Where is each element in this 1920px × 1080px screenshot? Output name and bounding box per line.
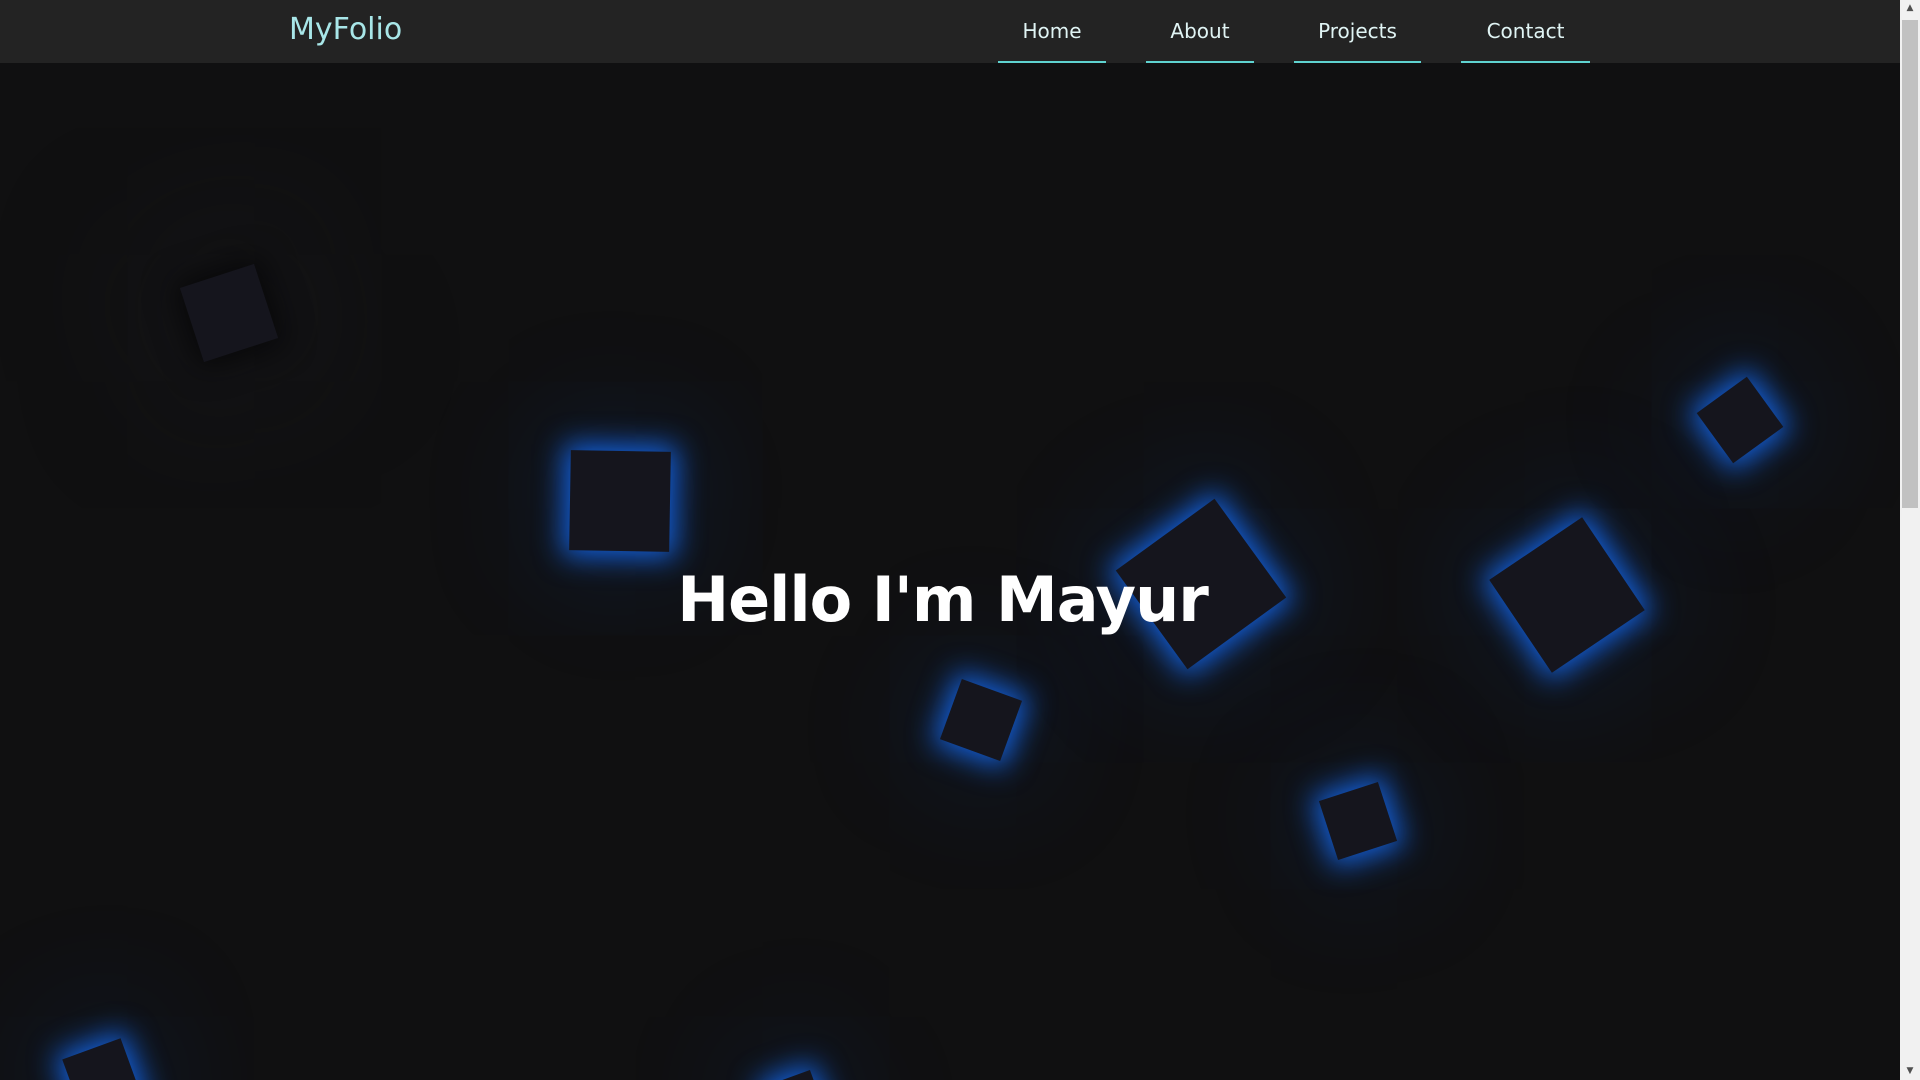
scroll-down-icon[interactable]: ▼ [1900,1063,1920,1080]
decorative-square [939,678,1023,762]
decorative-square [1318,781,1398,861]
nav-link-about[interactable]: About [1146,0,1254,63]
vertical-scrollbar[interactable]: ▲ ▼ [1900,0,1920,1080]
decorative-square [762,1069,828,1080]
nav-links: Home About Projects Contact [998,0,1590,63]
nav-link-contact[interactable]: Contact [1461,0,1590,63]
hero-title: Hello I'm Mayur [677,563,1209,636]
decorative-square [569,450,671,552]
site-logo[interactable]: MyFolio [289,12,402,47]
nav-link-projects[interactable]: Projects [1294,0,1421,63]
decorative-square [179,263,279,363]
nav-link-home[interactable]: Home [998,0,1106,63]
page: MyFolio Home About Projects Contact Hell… [0,0,1900,1080]
scroll-up-icon[interactable]: ▲ [1900,0,1920,17]
decorative-square [62,1038,142,1080]
navbar: MyFolio Home About Projects Contact [0,0,1900,63]
decorative-square [1696,376,1784,464]
scrollbar-thumb[interactable] [1902,20,1918,508]
